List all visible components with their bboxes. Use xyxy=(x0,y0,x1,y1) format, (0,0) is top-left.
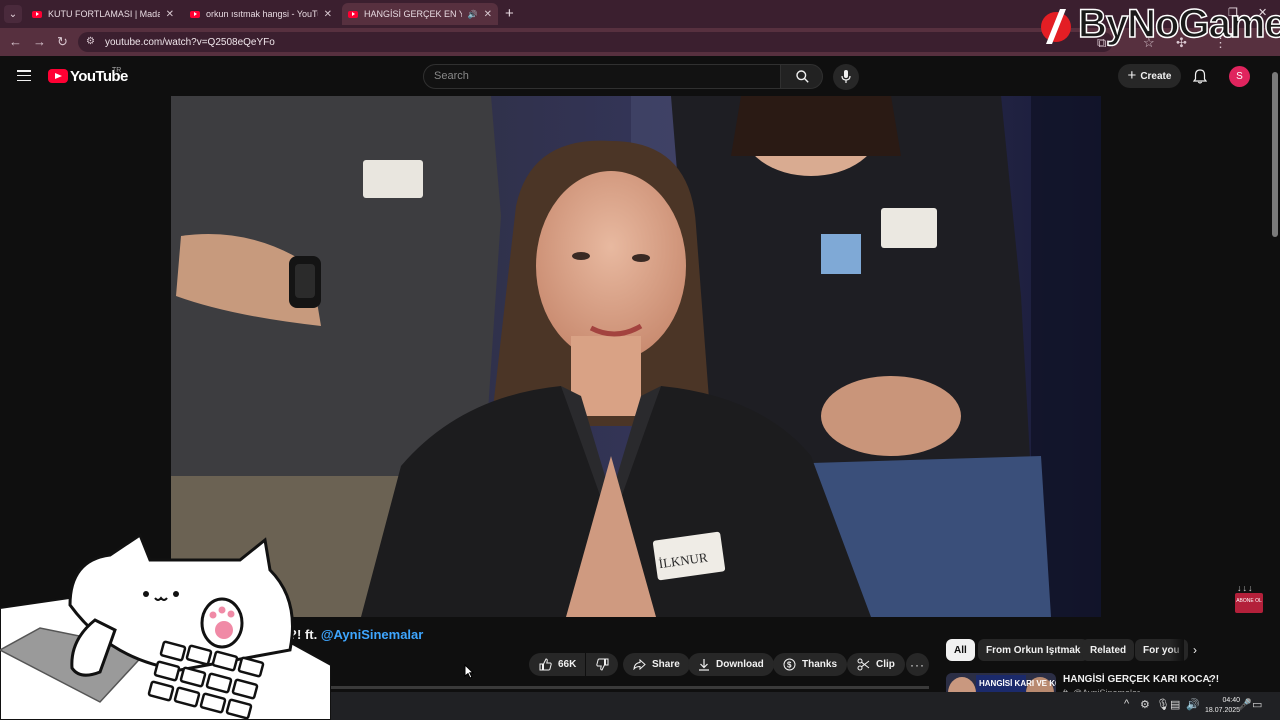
youtube-favicon-icon xyxy=(32,10,42,18)
more-actions-icon[interactable]: ··· xyxy=(906,653,929,676)
like-button[interactable]: 66K xyxy=(529,653,585,676)
country-code: TR xyxy=(112,67,122,74)
tab-audio-icon[interactable]: 🔊 xyxy=(468,10,478,19)
scissors-icon xyxy=(857,658,870,671)
youtube-favicon-icon xyxy=(348,10,358,18)
page-scrollbar[interactable] xyxy=(1272,72,1278,237)
chip-from-channel[interactable]: From Orkun Işıtmak xyxy=(978,639,1089,661)
share-button[interactable]: Share xyxy=(623,653,690,676)
voice-search-button[interactable] xyxy=(833,64,859,90)
browser-tab-2[interactable]: orkun ısıtmak hangsi - YouTube ✕ xyxy=(184,3,338,25)
download-button[interactable]: Download xyxy=(688,653,774,676)
taskbar-clock[interactable]: 04:40 18.07.2025 xyxy=(1205,696,1240,716)
recommendation-title[interactable]: HANGİSİ GERÇEK KARI KOCA?! xyxy=(1063,674,1219,685)
tab-title: HANGİSİ GERÇEK EN YAKIN xyxy=(364,9,462,19)
thanks-button[interactable]: $ Thanks xyxy=(773,653,848,676)
search-placeholder: Search xyxy=(434,70,469,82)
thumbnail-text: HANGİSİ KARI VE KOCA xyxy=(979,679,1056,688)
thumbs-up-icon xyxy=(539,658,552,671)
tray-chevron-up-icon[interactable]: ^ xyxy=(1124,698,1129,710)
account-avatar[interactable]: S xyxy=(1229,66,1250,87)
browser-tab-3-active[interactable]: HANGİSİ GERÇEK EN YAKIN 🔊 ✕ xyxy=(342,3,498,25)
download-label: Download xyxy=(716,659,764,670)
guide-menu-icon[interactable] xyxy=(17,70,31,82)
clock-time: 04:40 xyxy=(1222,697,1241,704)
reload-icon[interactable]: ↻ xyxy=(57,34,68,50)
like-count: 66K xyxy=(558,659,577,670)
tab-search-chevron-icon[interactable]: ⌄ xyxy=(4,5,22,23)
thanks-label: Thanks xyxy=(802,659,838,670)
thumbs-down-icon xyxy=(596,658,609,671)
search-button[interactable] xyxy=(780,64,823,89)
tray-mic-icon[interactable]: 🎤 xyxy=(1238,698,1252,711)
browser-tab-1[interactable]: KUTU FORTLAMASI | Madara O ✕ xyxy=(26,3,180,25)
search-input[interactable] xyxy=(423,64,781,89)
new-tab-button[interactable]: + xyxy=(505,5,514,23)
subscribe-arrows-icon: ↓↓↓ xyxy=(1237,583,1254,593)
search-icon xyxy=(796,70,809,83)
tray-notification-icon[interactable]: ▭ xyxy=(1252,698,1262,711)
site-settings-icon[interactable]: ⚙ xyxy=(86,36,95,47)
tab-title: orkun ısıtmak hangsi - YouTube xyxy=(206,9,318,19)
tray-volume-icon[interactable]: 🔊 xyxy=(1186,698,1200,711)
super-thanks-icon: $ xyxy=(783,658,796,671)
back-arrow-icon[interactable]: ← xyxy=(9,34,22,49)
recommendation-menu-icon[interactable]: ⋮ xyxy=(1204,674,1216,688)
microphone-icon xyxy=(841,70,851,83)
chip-all[interactable]: All xyxy=(946,639,975,661)
download-icon xyxy=(699,659,709,671)
tab-close-icon[interactable]: ✕ xyxy=(324,9,332,20)
divider xyxy=(331,686,929,689)
svg-text:$: $ xyxy=(787,661,792,670)
clock-date: 18.07.2025 xyxy=(1205,707,1241,714)
tab-close-icon[interactable]: ✕ xyxy=(484,9,492,20)
create-label: Create xyxy=(1140,70,1172,82)
tray-microphone-icon[interactable]: 🎙 xyxy=(1156,698,1170,711)
notifications-bell-icon[interactable] xyxy=(1193,69,1207,84)
tray-network-icon[interactable]: ▤ xyxy=(1170,698,1180,711)
chevron-right-icon[interactable]: › xyxy=(1193,643,1197,657)
share-arrow-icon xyxy=(633,659,646,670)
youtube-logo-icon[interactable] xyxy=(48,69,68,83)
mouse-cursor-icon xyxy=(464,664,474,679)
tab-title: KUTU FORTLAMASI | Madara O xyxy=(48,9,160,19)
clip-label: Clip xyxy=(876,659,895,670)
dislike-button[interactable] xyxy=(586,653,618,676)
share-label: Share xyxy=(652,659,680,670)
subscribe-watermark[interactable]: ABONE OL xyxy=(1235,593,1263,613)
bongo-cat-overlay xyxy=(0,532,331,720)
bynogame-logo-text: ByNoGame xyxy=(1077,1,1280,47)
chips-fade xyxy=(1170,636,1184,664)
youtube-favicon-icon xyxy=(190,10,200,18)
clip-button[interactable]: Clip xyxy=(847,653,905,676)
chip-related[interactable]: Related xyxy=(1082,639,1135,661)
tray-app-icon[interactable]: ⚙ xyxy=(1140,698,1150,711)
forward-arrow-icon[interactable]: → xyxy=(33,34,46,49)
create-button[interactable]: + Create xyxy=(1118,64,1181,88)
plus-icon: + xyxy=(1127,67,1137,84)
tab-close-icon[interactable]: ✕ xyxy=(166,9,174,20)
url-text[interactable]: youtube.com/watch?v=Q2508eQeYFo xyxy=(105,37,275,48)
os-taskbar xyxy=(331,692,1280,720)
channel-mention-link[interactable]: @AyniSinemalar xyxy=(321,627,424,642)
